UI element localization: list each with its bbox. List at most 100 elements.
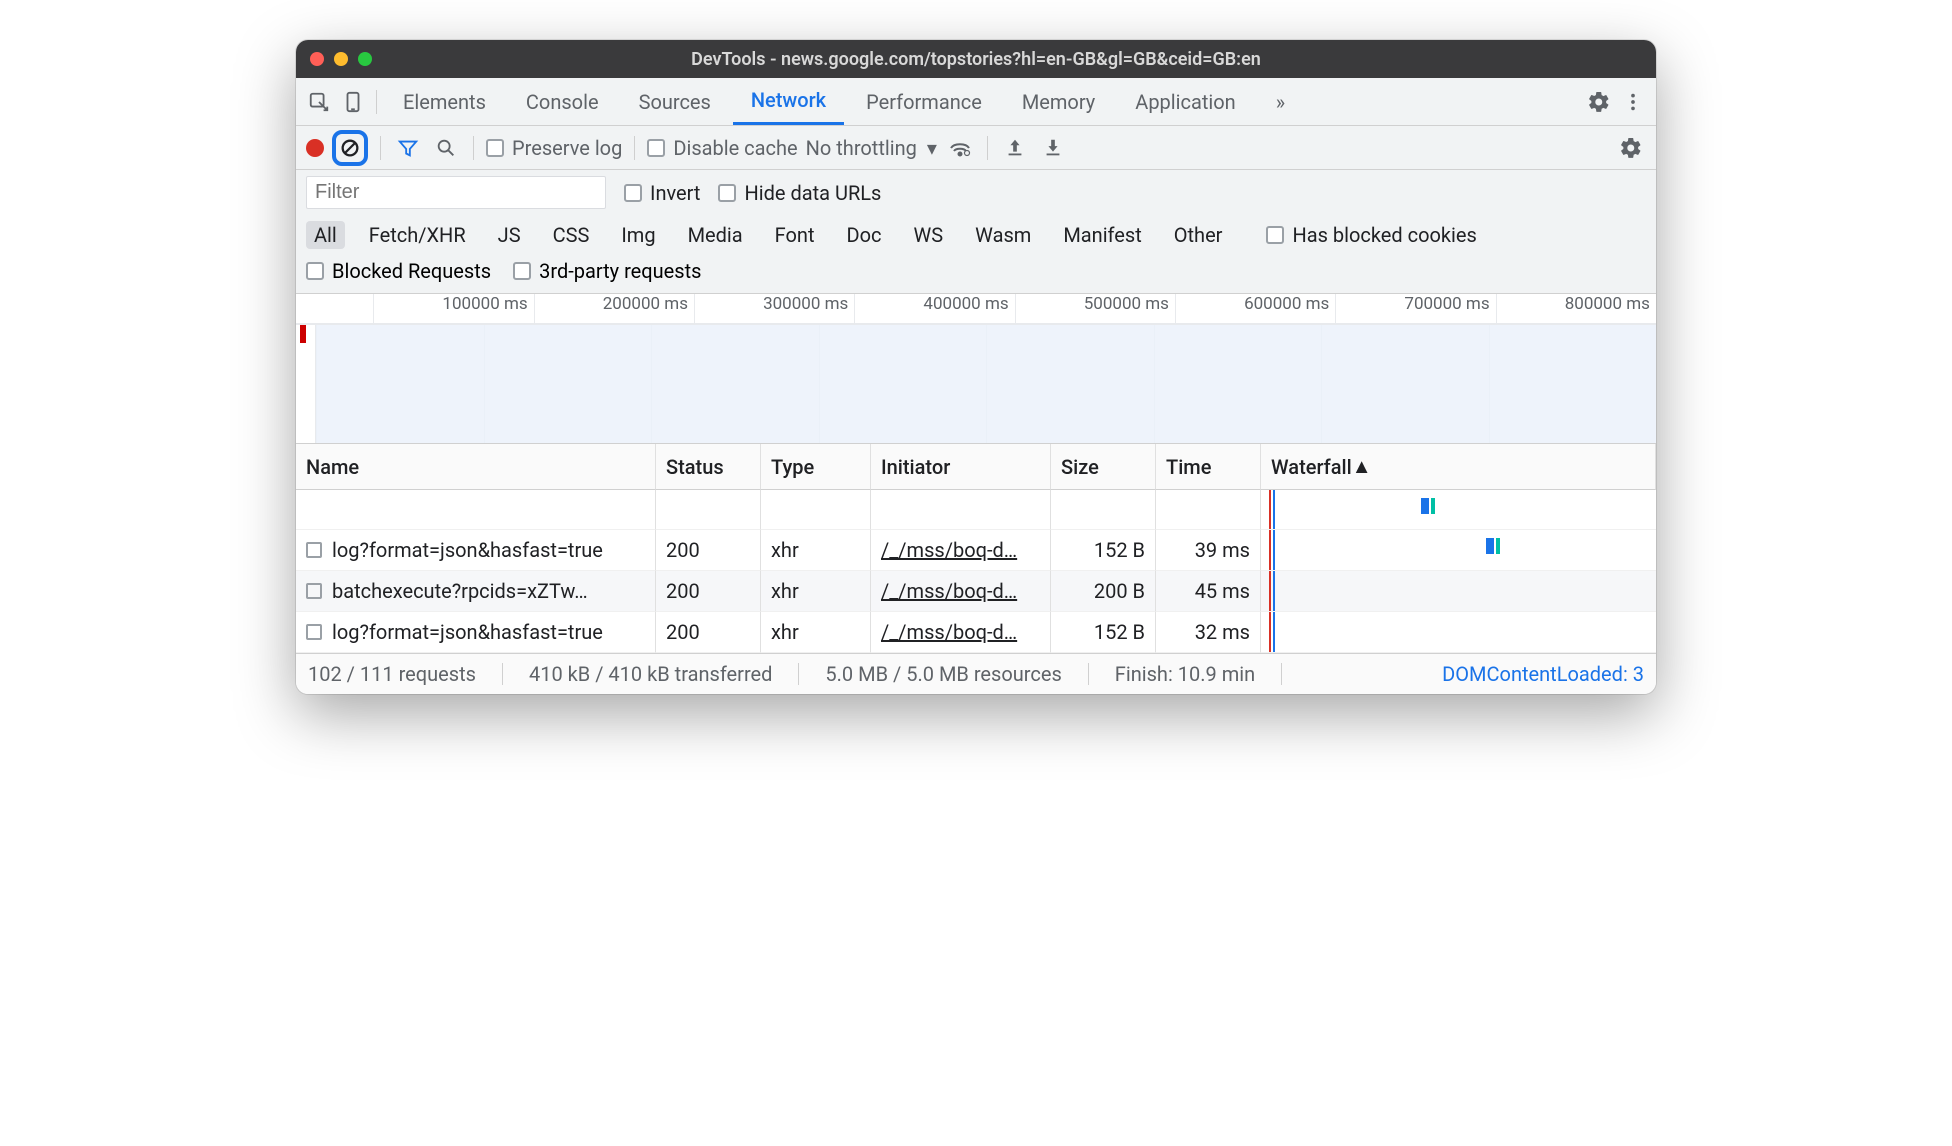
type-doc[interactable]: Doc <box>839 221 890 249</box>
tick <box>296 294 373 323</box>
overview-timeline[interactable]: 100000 ms 200000 ms 300000 ms 400000 ms … <box>296 294 1656 444</box>
waterfall-cell <box>1261 571 1656 612</box>
blocked-requests-checkbox[interactable]: Blocked Requests <box>306 259 491 283</box>
col-name[interactable]: Name <box>296 444 656 490</box>
spacer <box>296 490 656 530</box>
col-size[interactable]: Size <box>1051 444 1156 490</box>
chevron-down-icon: ▾ <box>927 136 937 160</box>
waterfall-cell <box>1261 530 1656 571</box>
type-font[interactable]: Font <box>767 221 823 249</box>
row-checkbox[interactable] <box>306 542 322 558</box>
request-status: 200 <box>656 571 761 612</box>
tab-memory[interactable]: Memory <box>1004 78 1113 125</box>
type-other[interactable]: Other <box>1166 221 1231 249</box>
minimize-window-button[interactable] <box>334 52 348 66</box>
status-dcl: DOMContentLoaded: 3 <box>1442 662 1644 686</box>
settings-icon[interactable] <box>1584 87 1614 117</box>
request-initiator[interactable]: /_/mss/boq-d… <box>871 530 1051 571</box>
row-checkbox[interactable] <box>306 583 322 599</box>
request-size: 152 B <box>1051 530 1156 571</box>
extra-filter-row: Blocked Requests 3rd-party requests <box>296 255 1656 294</box>
devtools-window: DevTools - news.google.com/topstories?hl… <box>296 40 1656 694</box>
record-button[interactable] <box>306 139 324 157</box>
request-size: 200 B <box>1051 571 1156 612</box>
request-status: 200 <box>656 530 761 571</box>
disable-cache-checkbox[interactable]: Disable cache <box>647 136 797 160</box>
tab-elements[interactable]: Elements <box>385 78 504 125</box>
table-row[interactable]: log?format=json&hasfast=true <box>296 612 656 653</box>
type-img[interactable]: Img <box>613 221 663 249</box>
status-requests: 102 / 111 requests <box>308 662 476 686</box>
request-name: log?format=json&hasfast=true <box>332 538 603 562</box>
divider <box>380 136 381 160</box>
throttling-label: No throttling <box>806 136 917 160</box>
tabs-overflow[interactable]: » <box>1258 78 1303 125</box>
request-name: batchexecute?rpcids=xZTw… <box>332 579 588 603</box>
third-party-label: 3rd-party requests <box>539 259 701 283</box>
request-size: 152 B <box>1051 612 1156 653</box>
network-toolbar: Preserve log Disable cache No throttling… <box>296 126 1656 170</box>
clear-button[interactable] <box>332 130 368 166</box>
tick: 800000 ms <box>1496 294 1656 323</box>
row-checkbox[interactable] <box>306 624 322 640</box>
request-name: log?format=json&hasfast=true <box>332 620 603 644</box>
hide-data-urls-checkbox[interactable]: Hide data URLs <box>718 181 881 205</box>
request-initiator[interactable]: /_/mss/boq-d… <box>871 571 1051 612</box>
request-type: xhr <box>761 612 871 653</box>
type-ws[interactable]: WS <box>906 221 952 249</box>
request-initiator[interactable]: /_/mss/boq-d… <box>871 612 1051 653</box>
download-har-icon[interactable] <box>1038 133 1068 163</box>
has-blocked-cookies-checkbox[interactable]: Has blocked cookies <box>1266 223 1476 247</box>
request-status: 200 <box>656 612 761 653</box>
col-status[interactable]: Status <box>656 444 761 490</box>
tab-application[interactable]: Application <box>1117 78 1253 125</box>
divider <box>473 136 474 160</box>
type-wasm[interactable]: Wasm <box>967 221 1039 249</box>
divider <box>987 136 988 160</box>
tick: 700000 ms <box>1335 294 1495 323</box>
type-js[interactable]: JS <box>490 221 529 249</box>
tab-network[interactable]: Network <box>733 78 844 125</box>
request-type: xhr <box>761 571 871 612</box>
throttling-select[interactable]: No throttling ▾ <box>806 136 937 160</box>
third-party-checkbox[interactable]: 3rd-party requests <box>513 259 701 283</box>
device-toggle-icon[interactable] <box>338 87 368 117</box>
type-manifest[interactable]: Manifest <box>1055 221 1149 249</box>
col-type[interactable]: Type <box>761 444 871 490</box>
request-time: 32 ms <box>1156 612 1261 653</box>
preserve-log-label: Preserve log <box>512 136 622 160</box>
network-conditions-icon[interactable] <box>945 133 975 163</box>
tab-sources[interactable]: Sources <box>621 78 729 125</box>
more-menu-icon[interactable] <box>1618 87 1648 117</box>
preserve-log-checkbox[interactable]: Preserve log <box>486 136 622 160</box>
invert-label: Invert <box>650 181 700 205</box>
inspect-element-icon[interactable] <box>304 87 334 117</box>
zoom-window-button[interactable] <box>358 52 372 66</box>
request-table: Name Status Type Initiator Size Time Wat… <box>296 444 1656 653</box>
upload-har-icon[interactable] <box>1000 133 1030 163</box>
type-fetch-xhr[interactable]: Fetch/XHR <box>361 221 474 249</box>
close-window-button[interactable] <box>310 52 324 66</box>
search-icon[interactable] <box>431 133 461 163</box>
col-initiator[interactable]: Initiator <box>871 444 1051 490</box>
divider <box>634 136 635 160</box>
tab-console[interactable]: Console <box>508 78 617 125</box>
tick: 400000 ms <box>854 294 1014 323</box>
filter-toggle-icon[interactable] <box>393 133 423 163</box>
type-css[interactable]: CSS <box>545 221 598 249</box>
tick: 300000 ms <box>694 294 854 323</box>
col-time[interactable]: Time <box>1156 444 1261 490</box>
type-media[interactable]: Media <box>680 221 751 249</box>
invert-checkbox[interactable]: Invert <box>624 181 700 205</box>
table-row[interactable]: batchexecute?rpcids=xZTw… <box>296 571 656 612</box>
type-all[interactable]: All <box>306 221 345 249</box>
tab-performance[interactable]: Performance <box>848 78 1000 125</box>
traffic-lights <box>310 52 372 66</box>
blocked-requests-label: Blocked Requests <box>332 259 491 283</box>
col-waterfall[interactable]: Waterfall ▲ <box>1261 444 1656 490</box>
table-row[interactable]: log?format=json&hasfast=true <box>296 530 656 571</box>
filter-input[interactable] <box>306 176 606 209</box>
tick: 200000 ms <box>534 294 694 323</box>
timeline-ruler: 100000 ms 200000 ms 300000 ms 400000 ms … <box>296 294 1656 324</box>
network-settings-icon[interactable] <box>1616 133 1646 163</box>
